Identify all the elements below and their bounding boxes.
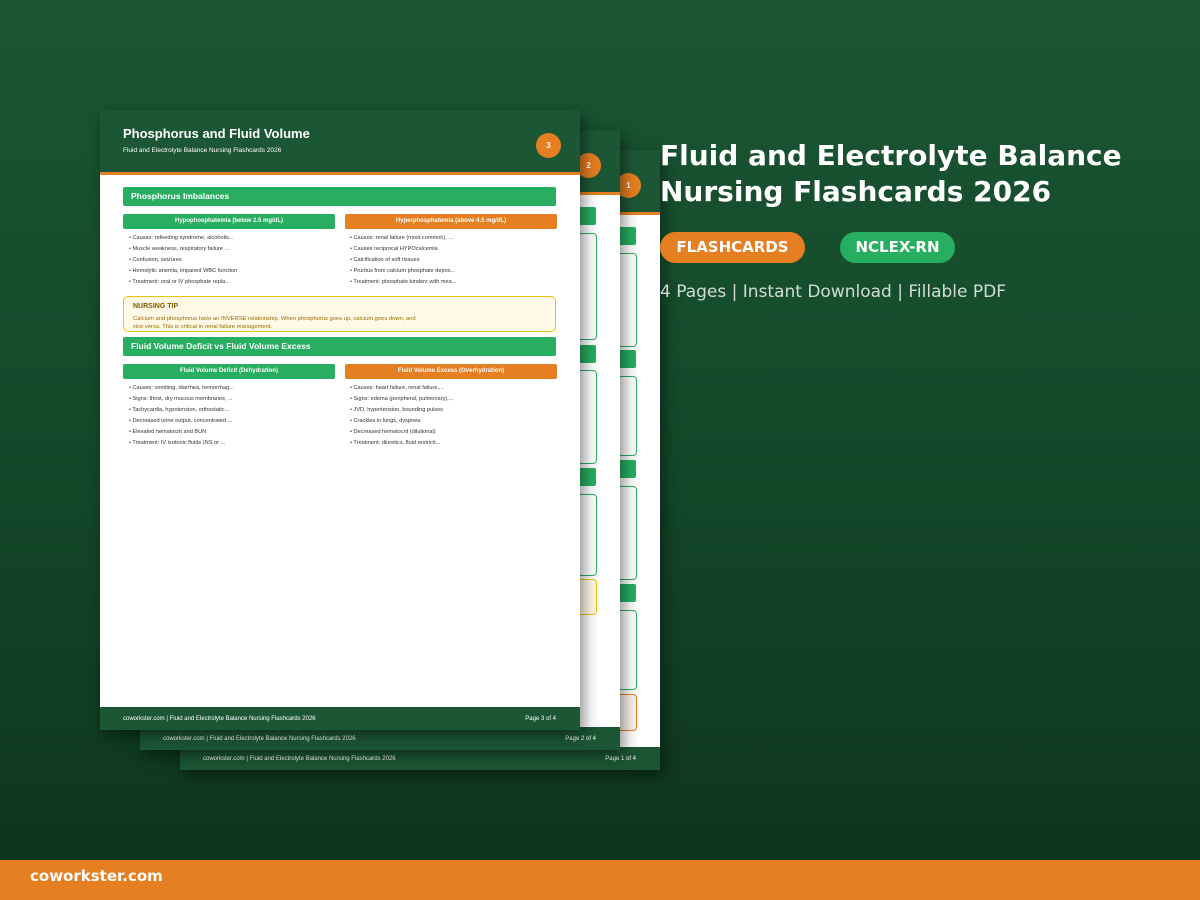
bottom-brand-bar	[0, 860, 1200, 900]
list-item: Treatment: diuretics, fluid restricti...	[346, 438, 558, 449]
page-subtitle: Fluid and Electrolyte Balance Nursing Fl…	[123, 147, 282, 154]
list-item: Causes: renal failure (most common), ...	[346, 233, 558, 244]
footer-page-number: Page 2 of 4	[565, 736, 596, 742]
product-title: Fluid and Electrolyte Balance Nursing Fl…	[660, 139, 1122, 208]
section-title-fluid-volume: Fluid Volume Deficit vs Fluid Volume Exc…	[123, 337, 556, 356]
section-title-phosphorus: Phosphorus Imbalances	[123, 187, 556, 206]
nclex-rn-tag: NCLEX-RN	[840, 232, 955, 263]
list-item: Decreased urine output, concentrated ...	[125, 416, 337, 427]
list-item: Treatment: IV isotonic fluids (NS or ...	[125, 438, 337, 449]
list-item: Signs: thirst, dry mucous membranes, ...	[125, 394, 337, 405]
list-item: Causes reciprocal HYPOcalcemia	[346, 244, 558, 255]
footer-text: coworkster.com | Fluid and Electrolyte B…	[203, 756, 396, 762]
bullet-list-fluid-excess: Causes: heart failure, renal failure,...…	[346, 383, 558, 449]
nursing-tip-text: Calcium and phosphorus have an INVERSE r…	[133, 316, 416, 330]
bullet-list-fluid-deficit: Causes: vomiting, diarrhea, hemorrhag...…	[125, 383, 337, 449]
list-item: Muscle weakness, respiratory failure ...	[125, 244, 337, 255]
list-item: Signs: edema (peripheral, pulmonary),...	[346, 394, 558, 405]
footer-page-number: Page 3 of 4	[525, 716, 556, 722]
bullet-list-hyperphosphatemia: Causes: renal failure (most common), ...…	[346, 233, 558, 288]
list-item: Treatment: phosphate binders with mea...	[346, 277, 558, 288]
list-item: Causes: vomiting, diarrhea, hemorrhag...	[125, 383, 337, 394]
flashcard-page-3: Phosphorus and Fluid Volume Fluid and El…	[100, 110, 580, 730]
bullet-list-hypophosphatemia: Causes: refeeding syndrome, alcoholis...…	[125, 233, 337, 288]
list-item: Confusion, seizures	[125, 255, 337, 266]
column-heading-hypophosphatemia: Hypophosphatemia (below 2.5 mg/dL)	[123, 214, 335, 229]
nursing-tip-title: NURSING TIP	[133, 303, 179, 310]
list-item: Causes: heart failure, renal failure,...	[346, 383, 558, 394]
column-heading-hyperphosphatemia: Hyperphosphatemia (above 4.5 mg/dL)	[345, 214, 557, 229]
page-number-badge: 3	[536, 133, 561, 158]
column-heading-fluid-deficit: Fluid Volume Deficit (Dehydration)	[123, 364, 335, 379]
list-item: JVD, hypertension, bounding pulses	[346, 405, 558, 416]
list-item: Elevated hematocrit and BUN	[125, 427, 337, 438]
footer-page-number: Page 1 of 4	[605, 756, 636, 762]
list-item: Crackles in lungs, dyspnea	[346, 416, 558, 427]
brand-name: coworkster.com	[30, 867, 163, 885]
page-footer: coworkster.com | Fluid and Electrolyte B…	[180, 747, 660, 770]
product-subtitle: 4 Pages | Instant Download | Fillable PD…	[660, 282, 1007, 302]
page-footer: coworkster.com | Fluid and Electrolyte B…	[140, 727, 620, 750]
page-header: Phosphorus and Fluid Volume Fluid and El…	[100, 110, 580, 175]
list-item: Calcification of soft tissues	[346, 255, 558, 266]
list-item: Treatment: oral or IV phosphate repla...	[125, 277, 337, 288]
list-item: Decreased hematocrit (dilutional)	[346, 427, 558, 438]
list-item: Pruritus from calcium phosphate depos...	[346, 266, 558, 277]
column-heading-fluid-excess: Fluid Volume Excess (Overhydration)	[345, 364, 557, 379]
list-item: Tachycardia, hypotension, orthostatic...	[125, 405, 337, 416]
footer-text: coworkster.com | Fluid and Electrolyte B…	[123, 716, 316, 722]
list-item: Causes: refeeding syndrome, alcoholis...	[125, 233, 337, 244]
flashcards-tag: FLASHCARDS	[660, 232, 805, 263]
page-footer: coworkster.com | Fluid and Electrolyte B…	[100, 707, 580, 730]
page-title: Phosphorus and Fluid Volume	[123, 126, 310, 141]
header-accent-line	[100, 172, 580, 175]
footer-text: coworkster.com | Fluid and Electrolyte B…	[163, 736, 356, 742]
nursing-tip-box: NURSING TIP Calcium and phosphorus have …	[123, 296, 556, 332]
list-item: Hemolytic anemia, impaired WBC function	[125, 266, 337, 277]
